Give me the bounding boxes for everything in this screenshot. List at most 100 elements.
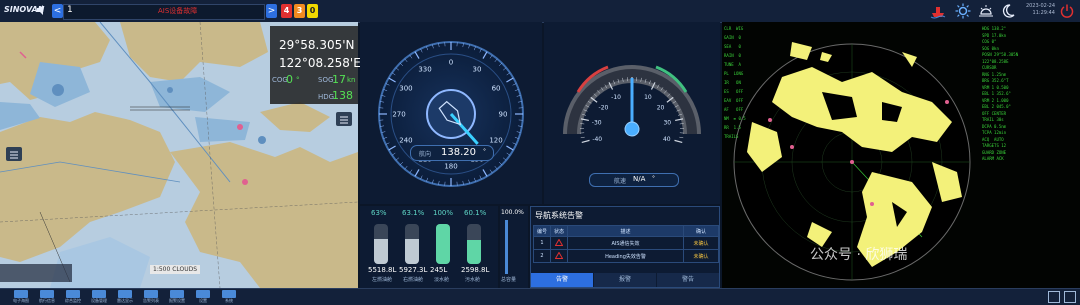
tank-gauge <box>436 224 450 264</box>
speed-gauge-panel: -40-30-20-10010203040 航速 N/A ° <box>544 22 720 204</box>
tank-percent: 63% <box>371 209 387 217</box>
tank-volume: 5927.3L <box>399 266 427 274</box>
col-status: 状态 <box>551 226 568 237</box>
nav-item-icon <box>66 290 80 298</box>
sog-value: 17 <box>332 73 346 86</box>
nav-alarm-panel: 导航系统告警 编号 状态 描述 确认 1 AIS通信失效 未确认 2 Headi… <box>530 206 720 288</box>
radar-readout-line: BRG 352.6°T <box>982 78 1009 83</box>
alarm-page-number: 1 <box>67 5 73 15</box>
nav-item-icon <box>14 290 28 298</box>
radar-readout-line: SEA 0 <box>724 44 741 49</box>
total-capacity-panel: 100.0% 总容量 <box>500 206 528 288</box>
layout-grid-icon[interactable] <box>1048 291 1060 303</box>
nav-item-icon <box>170 290 184 298</box>
bottom-nav-bar: 电子海图航行信息综合监控设备管理雷达显示告警列表报警设置设置系统 <box>0 288 1080 305</box>
radar-readout-line: EAV OFF <box>724 98 743 103</box>
compass-dial: 0306090120150180210240270300330 <box>360 22 542 204</box>
top-bar: SINOVAN < 1 AIS设备故障 > 4 3 0 2023-02-24 1… <box>0 0 1080 23</box>
list-icon <box>336 113 352 127</box>
ship-icon[interactable] <box>930 3 946 19</box>
dusk-mode-icon[interactable] <box>978 3 994 19</box>
radar-readout-line: TCPA 12min <box>982 130 1006 135</box>
nav-item-icon <box>40 290 54 298</box>
heading-label: 航向 <box>419 149 431 158</box>
alarm-count-badge[interactable]: 4 <box>281 4 292 18</box>
radar-readout-line: TRAILS <box>724 134 738 139</box>
radar-readout-line: ES OFF <box>724 89 743 94</box>
speed-label-tick: -20 <box>599 105 609 112</box>
tank-fill <box>374 239 388 264</box>
heading-unit: ° <box>483 148 486 155</box>
warning-triangle-icon <box>555 239 563 246</box>
bottom-nav-item[interactable]: 系统 <box>214 290 244 304</box>
radar-readout-line: VRM 1 0.500 <box>982 85 1009 90</box>
speed-tick <box>581 137 585 138</box>
chart-menu-button[interactable] <box>336 112 352 126</box>
compass-label: 0 <box>449 59 453 67</box>
speed-label-tick: -40 <box>592 136 602 143</box>
compass-label: 90 <box>499 111 508 119</box>
capacity-bar <box>505 220 508 274</box>
status-cell <box>551 250 568 263</box>
radar-readout-line: CURSOR <box>982 65 996 70</box>
night-mode-icon[interactable] <box>1001 3 1015 19</box>
position-info-panel: 29°58.305'N 122°08.258'E COG 0 ° SOG 17 … <box>270 26 358 104</box>
brightness-icon[interactable] <box>955 3 971 19</box>
hdg-value: 138 <box>332 89 353 102</box>
alarm-message-text: AIS设备故障 <box>158 6 197 16</box>
tank-gauge <box>374 224 388 264</box>
radar-readout-line: ACQ AUTO <box>982 137 1004 142</box>
radar-readout-line: NM ≡ 0.5 <box>724 116 746 121</box>
list-icon <box>6 148 22 162</box>
speed-label-tick: -30 <box>592 119 602 126</box>
table-row[interactable]: 2 Heading失效告警 未确认 <box>534 250 719 263</box>
radar-readout-line: DCPA 0.5nm <box>982 124 1006 129</box>
alarm-prev-button[interactable]: < <box>52 4 63 18</box>
heading-value: 138.20 <box>441 147 476 158</box>
power-icon[interactable] <box>1060 3 1074 19</box>
speaker-icon[interactable] <box>36 4 46 16</box>
capacity-pct: 100.0% <box>501 209 524 216</box>
speed-label-tick: 20 <box>657 105 665 112</box>
col-ack: 确认 <box>684 226 719 237</box>
radar-readout-line: GAIN 0 <box>724 35 741 40</box>
warning-triangle-icon <box>555 252 563 259</box>
radar-readout-line: ALARM ACK <box>982 156 1004 161</box>
warning-count-badge[interactable]: 0 <box>307 4 318 18</box>
tab-alert[interactable]: 报警 <box>594 273 656 287</box>
tank-percent: 100% <box>433 209 453 217</box>
radar-display[interactable]: CLR WIGGAIN 0SEA 0RAIN 0TUNE APL LONGIR … <box>722 22 1080 288</box>
tank-gauge <box>467 224 481 264</box>
caution-count-badge[interactable]: 3 <box>294 4 305 18</box>
compass-label: 180 <box>444 163 457 171</box>
fullscreen-icon[interactable] <box>1064 291 1076 303</box>
cog-value: 0 <box>286 73 293 86</box>
compass-label: 30 <box>473 65 482 73</box>
radar-readout-line: OFF CENTER <box>982 111 1006 116</box>
radar-readout-line: TUNE A <box>724 62 741 67</box>
radar-readout-line: PL LONG <box>724 71 743 76</box>
watermark-text: 公众号 · 欣狮瑞 <box>810 244 907 264</box>
radar-readout-line: EBL 1 352.6° <box>982 91 1011 96</box>
alarm-next-button[interactable]: > <box>266 4 277 18</box>
tab-alarm[interactable]: 告警 <box>531 273 593 287</box>
compass-label: 270 <box>392 111 405 119</box>
compass-label: 120 <box>489 137 502 145</box>
alarm-table: 编号 状态 描述 确认 1 AIS通信失效 未确认 2 Heading失效告警 … <box>533 225 719 263</box>
row-ack[interactable]: 未确认 <box>684 237 719 250</box>
date-text: 2023-02-24 <box>1015 3 1055 10</box>
chart-layers-button[interactable] <box>6 147 22 161</box>
tab-warning[interactable]: 警告 <box>657 273 719 287</box>
radar-readout-line: EBL 2 045.0° <box>982 104 1011 109</box>
tank-name: 右燃油舱 <box>403 276 423 283</box>
compass-label: 300 <box>399 85 412 93</box>
capacity-label: 总容量 <box>501 276 516 283</box>
speed-label-tick: 30 <box>663 119 671 126</box>
radar-readout-line: RR 1.5 <box>724 125 741 130</box>
col-desc: 描述 <box>568 226 684 237</box>
tank-gauge <box>405 224 419 264</box>
row-ack[interactable]: 未确认 <box>684 250 719 263</box>
tank-fill <box>405 239 419 264</box>
radar-readout-line: RAIN 0 <box>724 53 741 58</box>
table-row[interactable]: 1 AIS通信失效 未确认 <box>534 237 719 250</box>
